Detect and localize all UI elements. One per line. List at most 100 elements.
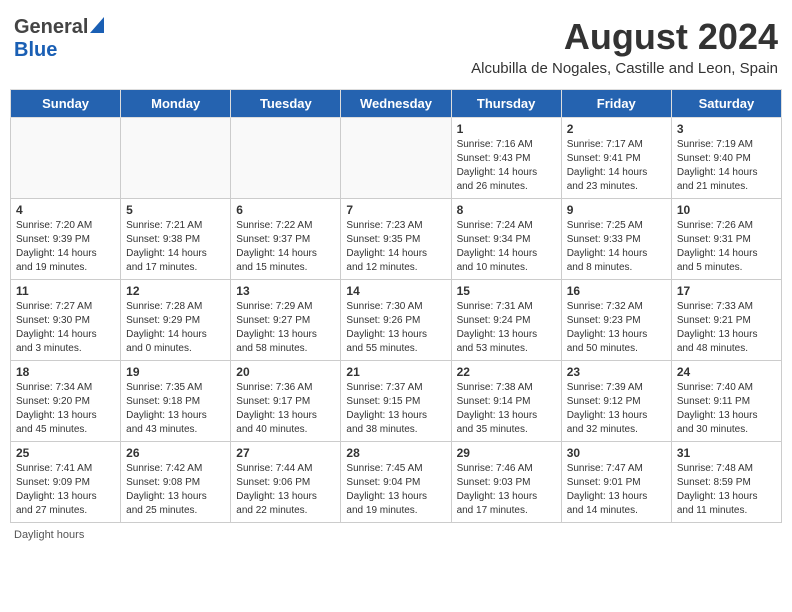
day-number: 26 <box>126 446 225 460</box>
logo-triangle-icon <box>90 17 104 38</box>
calendar-cell: 19Sunrise: 7:35 AMSunset: 9:18 PMDayligh… <box>121 361 231 442</box>
day-info: Sunrise: 7:37 AMSunset: 9:15 PMDaylight:… <box>346 381 445 437</box>
weekday-header-monday: Monday <box>121 90 231 118</box>
calendar-cell: 31Sunrise: 7:48 AMSunset: 8:59 PMDayligh… <box>671 442 781 523</box>
calendar-cell: 29 Sunrise: 7:46 AMSunset: 9:03 PMDayligh… <box>451 442 561 523</box>
day-number: 14 <box>346 284 445 298</box>
day-info: Sunrise: 7:23 AMSunset: 9:35 PMDaylight:… <box>346 219 445 275</box>
logo: General Blue <box>14 16 104 62</box>
day-info: Sunrise: 7:34 AMSunset: 9:20 PMDaylight:… <box>16 381 115 437</box>
day-info: Sunrise: 7:26 AMSunset: 9:31 PMDaylight:… <box>677 219 776 275</box>
header: General Blue August 2024 Alcubilla de No… <box>10 10 782 83</box>
calendar-cell <box>121 118 231 199</box>
day-number: 25 <box>16 446 115 460</box>
day-number: 4 <box>16 203 115 217</box>
day-info: Sunrise: 7:30 AMSunset: 9:26 PMDaylight:… <box>346 300 445 356</box>
day-number: 24 <box>677 365 776 379</box>
calendar-week-row: 4 Sunrise: 7:20 AMSunset: 9:39 PMDaylight… <box>11 199 782 280</box>
calendar-cell: 22Sunrise: 7:38 AMSunset: 9:14 PMDayligh… <box>451 361 561 442</box>
calendar-cell <box>341 118 451 199</box>
calendar-cell: 7 Sunrise: 7:23 AMSunset: 9:35 PMDaylight… <box>341 199 451 280</box>
calendar-table: SundayMondayTuesdayWednesdayThursdayFrid… <box>10 89 782 523</box>
calendar-week-row: 11Sunrise: 7:27 AMSunset: 9:30 PMDayligh… <box>11 280 782 361</box>
day-info: Sunrise: 7:45 AMSunset: 9:04 PMDaylight:… <box>346 462 445 518</box>
day-number: 29 <box>457 446 556 460</box>
day-info: Sunrise: 7:42 AMSunset: 9:08 PMDaylight:… <box>126 462 225 518</box>
day-info: Sunrise: 7:24 AMSunset: 9:34 PMDaylight:… <box>457 219 556 275</box>
subtitle: Alcubilla de Nogales, Castille and Leon,… <box>471 60 778 77</box>
day-info: Sunrise: 7:36 AMSunset: 9:17 PMDaylight:… <box>236 381 335 437</box>
day-number: 3 <box>677 122 776 136</box>
day-number: 28 <box>346 446 445 460</box>
weekday-header-tuesday: Tuesday <box>231 90 341 118</box>
calendar-cell: 6 Sunrise: 7:22 AMSunset: 9:37 PMDaylight… <box>231 199 341 280</box>
calendar-cell: 9 Sunrise: 7:25 AMSunset: 9:33 PMDaylight… <box>561 199 671 280</box>
day-number: 23 <box>567 365 666 379</box>
calendar-cell: 17 Sunrise: 7:33 AMSunset: 9:21 PMDayligh… <box>671 280 781 361</box>
weekday-header-thursday: Thursday <box>451 90 561 118</box>
calendar-cell: 8Sunrise: 7:24 AMSunset: 9:34 PMDaylight… <box>451 199 561 280</box>
day-number: 30 <box>567 446 666 460</box>
day-info: Sunrise: 7:32 AMSunset: 9:23 PMDaylight:… <box>567 300 666 356</box>
day-number: 7 <box>346 203 445 217</box>
calendar-week-row: 25 Sunrise: 7:41 AMSunset: 9:09 PMDayligh… <box>11 442 782 523</box>
day-number: 22 <box>457 365 556 379</box>
day-info: Sunrise: 7:25 AMSunset: 9:33 PMDaylight:… <box>567 219 666 275</box>
calendar-cell: 10 Sunrise: 7:26 AMSunset: 9:31 PMDayligh… <box>671 199 781 280</box>
day-number: 9 <box>567 203 666 217</box>
calendar-week-row: 18 Sunrise: 7:34 AMSunset: 9:20 PMDayligh… <box>11 361 782 442</box>
calendar-cell <box>231 118 341 199</box>
calendar-cell: 16 Sunrise: 7:32 AMSunset: 9:23 PMDayligh… <box>561 280 671 361</box>
day-number: 15 <box>457 284 556 298</box>
calendar-cell: 30 Sunrise: 7:47 AMSunset: 9:01 PMDayligh… <box>561 442 671 523</box>
day-number: 20 <box>236 365 335 379</box>
day-info: Sunrise: 7:33 AMSunset: 9:21 PMDaylight:… <box>677 300 776 356</box>
day-info: Sunrise: 7:28 AMSunset: 9:29 PMDaylight:… <box>126 300 225 356</box>
day-info: Sunrise: 7:46 AMSunset: 9:03 PMDaylight:… <box>457 462 556 518</box>
day-info: Sunrise: 7:20 AMSunset: 9:39 PMDaylight:… <box>16 219 115 275</box>
day-number: 13 <box>236 284 335 298</box>
calendar-header-row: SundayMondayTuesdayWednesdayThursdayFrid… <box>11 90 782 118</box>
calendar-cell: 13 Sunrise: 7:29 AMSunset: 9:27 PMDayligh… <box>231 280 341 361</box>
day-number: 16 <box>567 284 666 298</box>
day-info: Sunrise: 7:40 AMSunset: 9:11 PMDaylight:… <box>677 381 776 437</box>
day-info: Sunrise: 7:48 AMSunset: 8:59 PMDaylight:… <box>677 462 776 518</box>
day-number: 18 <box>16 365 115 379</box>
footer-note: Daylight hours <box>10 529 782 541</box>
logo-general-text: General <box>14 16 88 39</box>
day-number: 10 <box>677 203 776 217</box>
day-info: Sunrise: 7:29 AMSunset: 9:27 PMDaylight:… <box>236 300 335 356</box>
day-number: 21 <box>346 365 445 379</box>
calendar-cell: 1Sunrise: 7:16 AMSunset: 9:43 PMDaylight… <box>451 118 561 199</box>
day-info: Sunrise: 7:27 AMSunset: 9:30 PMDaylight:… <box>16 300 115 356</box>
day-number: 2 <box>567 122 666 136</box>
weekday-header-wednesday: Wednesday <box>341 90 451 118</box>
daylight-label: Daylight hours <box>14 529 84 541</box>
day-number: 5 <box>126 203 225 217</box>
weekday-header-friday: Friday <box>561 90 671 118</box>
logo-blue-text: Blue <box>14 39 57 61</box>
day-number: 6 <box>236 203 335 217</box>
day-info: Sunrise: 7:41 AMSunset: 9:09 PMDaylight:… <box>16 462 115 518</box>
calendar-cell: 3 Sunrise: 7:19 AMSunset: 9:40 PMDaylight… <box>671 118 781 199</box>
day-number: 17 <box>677 284 776 298</box>
day-number: 19 <box>126 365 225 379</box>
main-title: August 2024 <box>471 16 778 58</box>
day-info: Sunrise: 7:16 AMSunset: 9:43 PMDaylight:… <box>457 138 556 194</box>
calendar-cell <box>11 118 121 199</box>
calendar-cell: 18 Sunrise: 7:34 AMSunset: 9:20 PMDayligh… <box>11 361 121 442</box>
day-info: Sunrise: 7:19 AMSunset: 9:40 PMDaylight:… <box>677 138 776 194</box>
day-info: Sunrise: 7:47 AMSunset: 9:01 PMDaylight:… <box>567 462 666 518</box>
calendar-cell: 11Sunrise: 7:27 AMSunset: 9:30 PMDayligh… <box>11 280 121 361</box>
day-number: 12 <box>126 284 225 298</box>
day-number: 27 <box>236 446 335 460</box>
title-area: August 2024 Alcubilla de Nogales, Castil… <box>471 16 778 77</box>
weekday-header-saturday: Saturday <box>671 90 781 118</box>
calendar-cell: 26 Sunrise: 7:42 AMSunset: 9:08 PMDayligh… <box>121 442 231 523</box>
calendar-cell: 4 Sunrise: 7:20 AMSunset: 9:39 PMDaylight… <box>11 199 121 280</box>
day-info: Sunrise: 7:22 AMSunset: 9:37 PMDaylight:… <box>236 219 335 275</box>
calendar-cell: 20 Sunrise: 7:36 AMSunset: 9:17 PMDayligh… <box>231 361 341 442</box>
calendar-cell: 27Sunrise: 7:44 AMSunset: 9:06 PMDayligh… <box>231 442 341 523</box>
calendar-week-row: 1Sunrise: 7:16 AMSunset: 9:43 PMDaylight… <box>11 118 782 199</box>
day-info: Sunrise: 7:21 AMSunset: 9:38 PMDaylight:… <box>126 219 225 275</box>
